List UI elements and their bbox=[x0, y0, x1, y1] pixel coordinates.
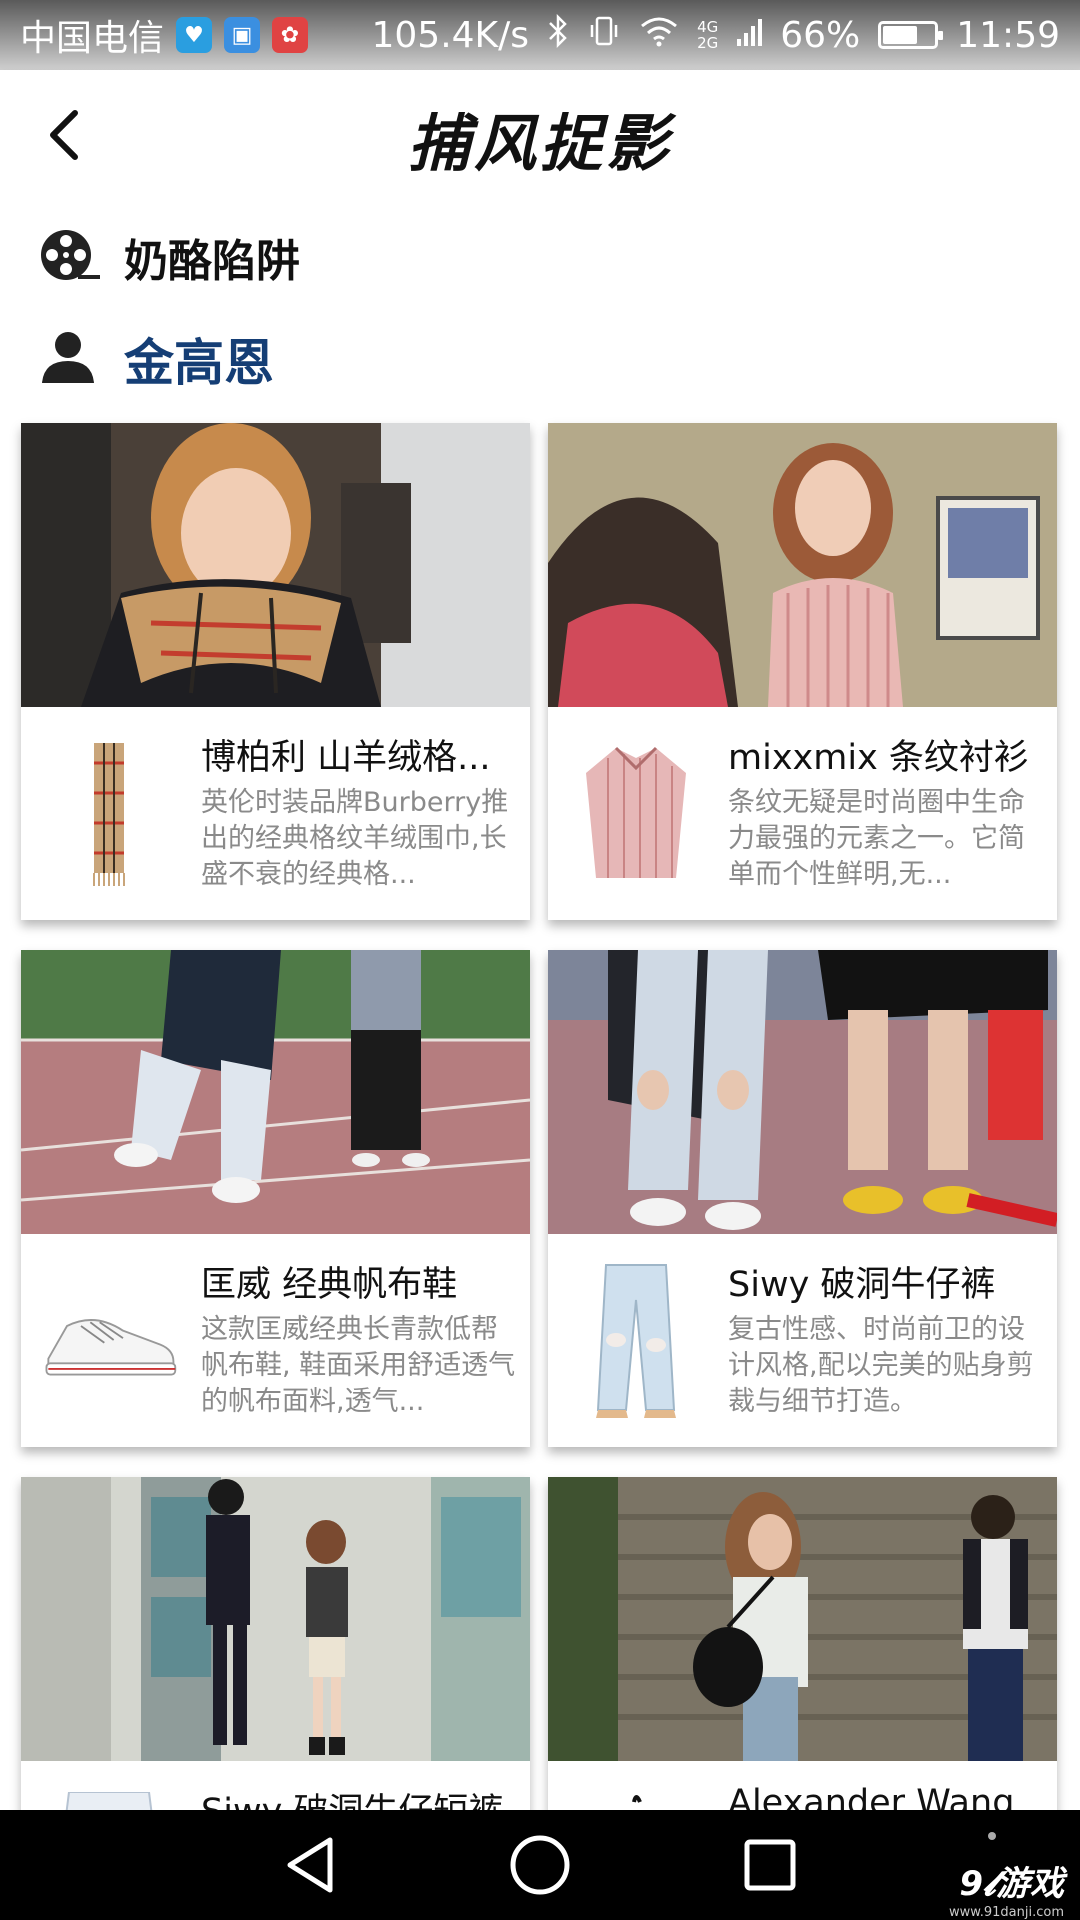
nav-home-button[interactable] bbox=[500, 1825, 580, 1905]
product-card[interactable]: mixxmix 条纹衬衫 条纹无疑是时尚圈中生命力最强的元素之一。它简单而个性鲜… bbox=[548, 423, 1057, 920]
product-thumbnail-sneaker bbox=[39, 1262, 179, 1417]
product-description: 英伦时装品牌Burberry推出的经典格纹羊绒围巾,长盛不衰的经典格... bbox=[201, 787, 509, 890]
product-title: 匡威 经典帆布鞋 bbox=[201, 1265, 458, 1305]
product-thumbnail-scarf bbox=[39, 735, 179, 890]
watermark: 9𝓵游戏 www.91danji.com bbox=[949, 1856, 1064, 1920]
scene-image-building bbox=[21, 1477, 530, 1761]
battery-fill bbox=[883, 26, 918, 44]
product-card[interactable]: Siwy 破洞牛仔裤 复古性感、时尚前卫的设计风格,配以完美的贴身剪裁与细节打造… bbox=[548, 950, 1057, 1447]
battery-icon bbox=[878, 21, 944, 49]
triangle-back-icon bbox=[287, 1837, 333, 1893]
app-header: 捕风捉影 bbox=[0, 70, 1080, 205]
product-thumbnail-bag bbox=[566, 1789, 706, 1810]
nav-recents-button[interactable] bbox=[730, 1825, 810, 1905]
scene-image-jeans bbox=[548, 950, 1057, 1234]
content-area: 奶酪陷阱 金高恩 博柏利 山羊绒格... 英伦时装品牌Burberry推出的经典… bbox=[0, 205, 1080, 1810]
product-description: 条纹无疑是时尚圈中生命力最强的元素之一。它简单而个性鲜明,无... bbox=[728, 787, 1025, 890]
movie-row: 奶酪陷阱 bbox=[38, 225, 300, 289]
more-dot-icon[interactable] bbox=[988, 1832, 996, 1840]
movie-title: 奶酪陷阱 bbox=[124, 236, 300, 287]
square-recents-icon bbox=[744, 1839, 796, 1891]
huawei-icon: ✿ bbox=[272, 17, 309, 53]
film-reel-icon bbox=[38, 227, 102, 287]
product-card[interactable]: 匡威 经典帆布鞋 这款匡威经典长青款低帮帆布鞋, 鞋面采用舒适透气的帆布面料,透… bbox=[21, 950, 530, 1447]
product-thumbnail-shirt bbox=[566, 735, 706, 890]
product-description: 这款匡威经典长青款低帮帆布鞋, 鞋面采用舒适透气的帆布面料,透气... bbox=[201, 1314, 516, 1417]
nav-back-button[interactable] bbox=[270, 1825, 350, 1905]
product-title: Alexander Wang bbox=[728, 1783, 1015, 1810]
product-info: 博柏利 山羊绒格... 英伦时装品牌Burberry推出的经典格纹羊绒围巾,长盛… bbox=[21, 707, 530, 920]
product-info: Siwy 破洞牛仔短裤 bbox=[21, 1761, 530, 1810]
actor-name[interactable]: 金高恩 bbox=[124, 323, 274, 395]
product-title: mixxmix 条纹衬衫 bbox=[728, 738, 1029, 778]
watermark-logo: 9𝓵游戏 bbox=[959, 1864, 1064, 1904]
network-gen-bottom: 2G bbox=[697, 34, 719, 52]
network-gen-top: 4G bbox=[697, 18, 719, 36]
status-bar: 中国电信 ♥ ▣ ✿ 105.4K/s 4G 2G 66% 11:59 bbox=[0, 0, 1080, 70]
app-title: 捕风捉影 bbox=[407, 106, 672, 180]
actor-row: 金高恩 bbox=[38, 323, 274, 395]
wifi-icon bbox=[639, 15, 679, 56]
scene-image-shirt bbox=[548, 423, 1057, 707]
product-thumbnail-shorts bbox=[39, 1789, 179, 1810]
signal-icon bbox=[736, 15, 763, 56]
network-type: 4G 2G bbox=[697, 19, 718, 51]
clock: 11:59 bbox=[956, 14, 1060, 56]
vibrate-icon bbox=[587, 14, 621, 57]
product-card[interactable]: Siwy 破洞牛仔短裤 bbox=[21, 1477, 530, 1810]
product-description: 复古性感、时尚前卫的设计风格,配以完美的贴身剪裁与细节打造。 bbox=[728, 1314, 1034, 1417]
navigation-bar: 9𝓵游戏 www.91danji.com bbox=[0, 1810, 1080, 1920]
product-card[interactable]: 博柏利 山羊绒格... 英伦时装品牌Burberry推出的经典格纹羊绒围巾,长盛… bbox=[21, 423, 530, 920]
product-title: 博柏利 山羊绒格... bbox=[201, 738, 491, 778]
product-info: Siwy 破洞牛仔裤 复古性感、时尚前卫的设计风格,配以完美的贴身剪裁与细节打造… bbox=[548, 1234, 1057, 1447]
back-button[interactable] bbox=[28, 100, 98, 170]
product-title: Siwy 破洞牛仔裤 bbox=[728, 1265, 996, 1305]
health-icon: ♥ bbox=[176, 17, 213, 53]
product-info: mixxmix 条纹衬衫 条纹无疑是时尚圈中生命力最强的元素之一。它简单而个性鲜… bbox=[548, 707, 1057, 920]
product-thumbnail-jeans bbox=[566, 1262, 706, 1418]
scene-image-scarf bbox=[21, 423, 530, 707]
battery-percent: 66% bbox=[780, 14, 861, 56]
status-right: 105.4K/s 4G 2G 66% 11:59 bbox=[371, 13, 1060, 57]
product-info: Alexander Wang bbox=[548, 1761, 1057, 1810]
person-icon bbox=[38, 327, 102, 391]
product-card[interactable]: Alexander Wang bbox=[548, 1477, 1057, 1810]
circle-home-icon bbox=[510, 1835, 570, 1895]
chevron-left-icon bbox=[50, 110, 78, 160]
scene-image-bag bbox=[548, 1477, 1057, 1761]
status-left: 中国电信 ♥ ▣ ✿ bbox=[20, 9, 309, 61]
scene-image-sneakers bbox=[21, 950, 530, 1234]
product-info: 匡威 经典帆布鞋 这款匡威经典长青款低帮帆布鞋, 鞋面采用舒适透气的帆布面料,透… bbox=[21, 1234, 530, 1447]
bluetooth-icon bbox=[547, 13, 569, 57]
gallery-icon: ▣ bbox=[224, 17, 261, 53]
net-speed: 105.4K/s bbox=[371, 14, 530, 56]
product-title: Siwy 破洞牛仔短裤 bbox=[201, 1783, 511, 1810]
watermark-url: www.91danji.com bbox=[949, 1905, 1064, 1920]
carrier-label: 中国电信 bbox=[20, 18, 165, 59]
product-grid: 博柏利 山羊绒格... 英伦时装品牌Burberry推出的经典格纹羊绒围巾,长盛… bbox=[21, 423, 1061, 1810]
